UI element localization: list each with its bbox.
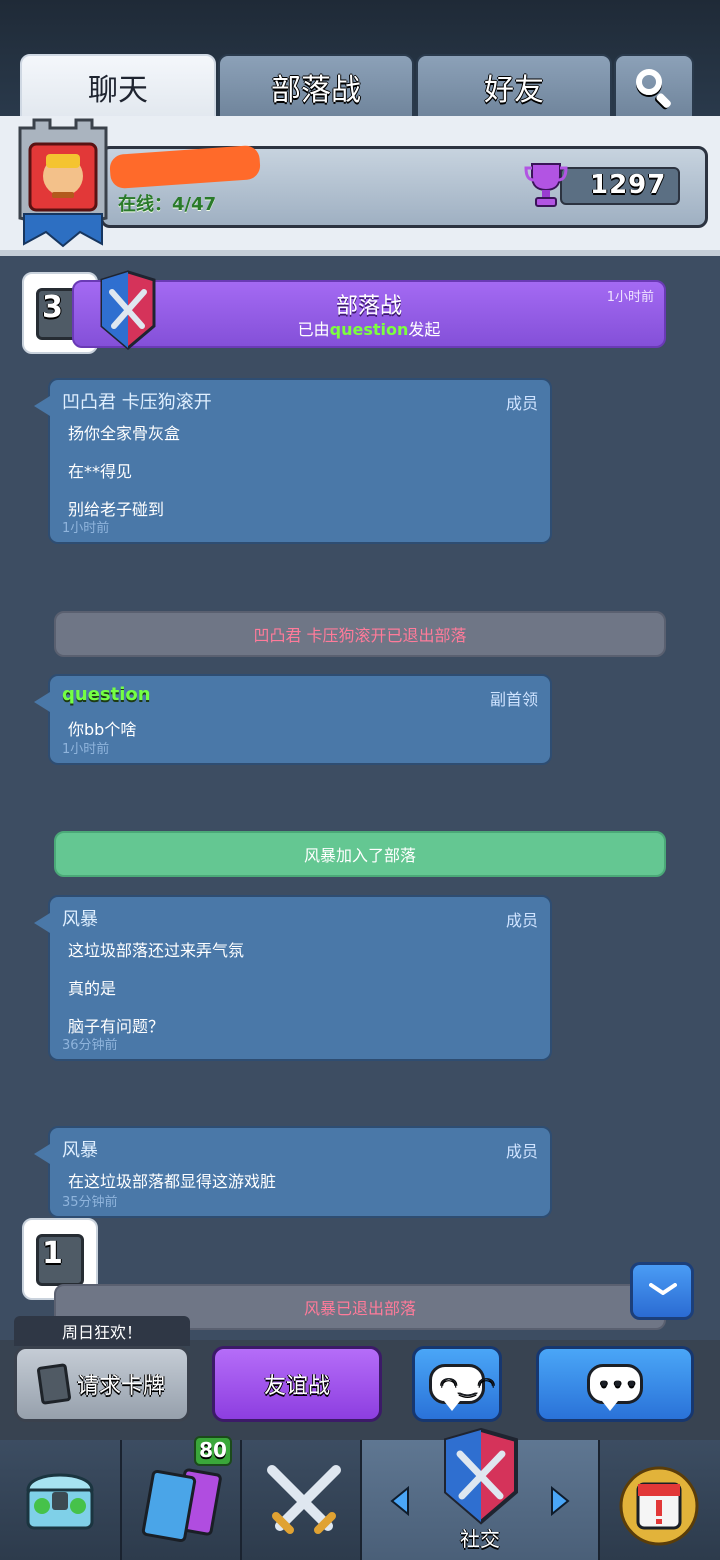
nav-social[interactable]: 社交: [362, 1427, 600, 1560]
sender-role: 副首领: [489, 690, 538, 709]
sender-name: 风暴: [62, 909, 98, 930]
chat-message[interactable]: 风暴 成员 这垃圾部落还过来弄气氛 真的是 脑子有问题？ 36分钟前: [34, 895, 552, 1061]
message-line: 这垃圾部落还过来弄气氛: [68, 941, 245, 960]
scroll-down-button[interactable]: [630, 1262, 694, 1320]
nav-events[interactable]: [600, 1440, 720, 1560]
search-button[interactable]: [614, 54, 694, 120]
arrow-left-icon: [390, 1486, 409, 1516]
emote-button[interactable]: ◠‿◠: [412, 1346, 502, 1422]
sender-role: 成员: [505, 911, 538, 930]
nav-social-label: 社交: [460, 1527, 500, 1551]
clan-shield-icon: [444, 1427, 518, 1525]
chevron-down-icon: [649, 1283, 677, 1295]
request-cards-label: 请求卡牌: [76, 1374, 165, 1399]
sender-role: 成员: [505, 1142, 538, 1161]
system-message-left: 凹凸君 卡压狗滚开已退出部落: [54, 611, 666, 657]
chest-icon: [26, 1473, 94, 1530]
tab-friends[interactable]: 好友: [416, 54, 612, 120]
message-time: 1小时前: [62, 742, 110, 757]
message-line: 真的是: [68, 979, 117, 998]
online-count: 在线：4/47: [118, 194, 217, 215]
tab-clan-war[interactable]: 部落战: [218, 54, 414, 120]
tab-clan-war-label: 部落战: [271, 73, 361, 108]
calendar-event-icon: [619, 1466, 699, 1546]
message-line: 在这垃圾部落都显得这游戏脏: [68, 1172, 277, 1191]
cards-icon: [141, 1468, 222, 1543]
friendly-battle-button[interactable]: 友谊战: [212, 1346, 382, 1422]
war-count: 3: [42, 290, 63, 325]
arrow-right-icon: [551, 1486, 570, 1516]
clan-war-banner[interactable]: 部落战 已由question发起 1小时前: [72, 280, 666, 348]
sender-name: 风暴: [62, 1140, 98, 1161]
system-message-joined: 风暴加入了部落: [54, 831, 666, 877]
clan-badge-icon[interactable]: [16, 118, 110, 248]
emote-icon: ◠‿◠: [429, 1364, 495, 1411]
message-time: 1小时前: [62, 521, 110, 536]
tab-chat-label: 聊天: [88, 73, 148, 108]
chat-message[interactable]: question 副首领 你bb个啥 1小时前: [34, 674, 552, 765]
message-line: 你bb个啥: [68, 720, 137, 739]
chat-bubble-icon: •••: [587, 1364, 643, 1411]
message-time: 36分钟前: [62, 1038, 118, 1053]
war-subtitle: 已由question发起: [297, 320, 441, 339]
sender-name: question: [62, 684, 151, 705]
request-cards-button[interactable]: 请求卡牌: [14, 1346, 190, 1422]
chat-message[interactable]: 风暴 成员 在这垃圾部落都显得这游戏脏 35分钟前: [34, 1126, 552, 1218]
event-notice: 周日狂欢！: [14, 1316, 190, 1346]
war-time: 1小时前: [606, 290, 654, 305]
card-icon: [36, 1363, 72, 1405]
chat-button[interactable]: •••: [536, 1346, 694, 1422]
crossed-swords-icon: [100, 270, 156, 350]
message-time: 35分钟前: [62, 1195, 118, 1210]
search-icon: [634, 67, 674, 110]
message-line: 扬你全家骨灰盒: [68, 424, 181, 443]
trophy-icon: [524, 163, 568, 207]
trophy-count: 1297: [590, 170, 667, 200]
nav-battle[interactable]: [242, 1440, 362, 1560]
tab-friends-label: 好友: [484, 73, 544, 108]
friendly-battle-label: 友谊战: [263, 1374, 330, 1399]
tab-chat[interactable]: 聊天: [20, 54, 216, 120]
nav-shop[interactable]: [0, 1440, 122, 1560]
cards-count-badge: 80: [194, 1436, 232, 1466]
crossed-swords-icon: [267, 1465, 341, 1534]
sender-role: 成员: [505, 394, 538, 413]
request-count: 1: [42, 1236, 63, 1271]
sender-name: 凹凸君 卡压狗滚开: [62, 392, 212, 413]
chat-message[interactable]: 凹凸君 卡压狗滚开 成员 扬你全家骨灰盒 在**得见 别给老子碰到 1小时前: [34, 378, 552, 544]
message-line: 在**得见: [68, 462, 133, 481]
